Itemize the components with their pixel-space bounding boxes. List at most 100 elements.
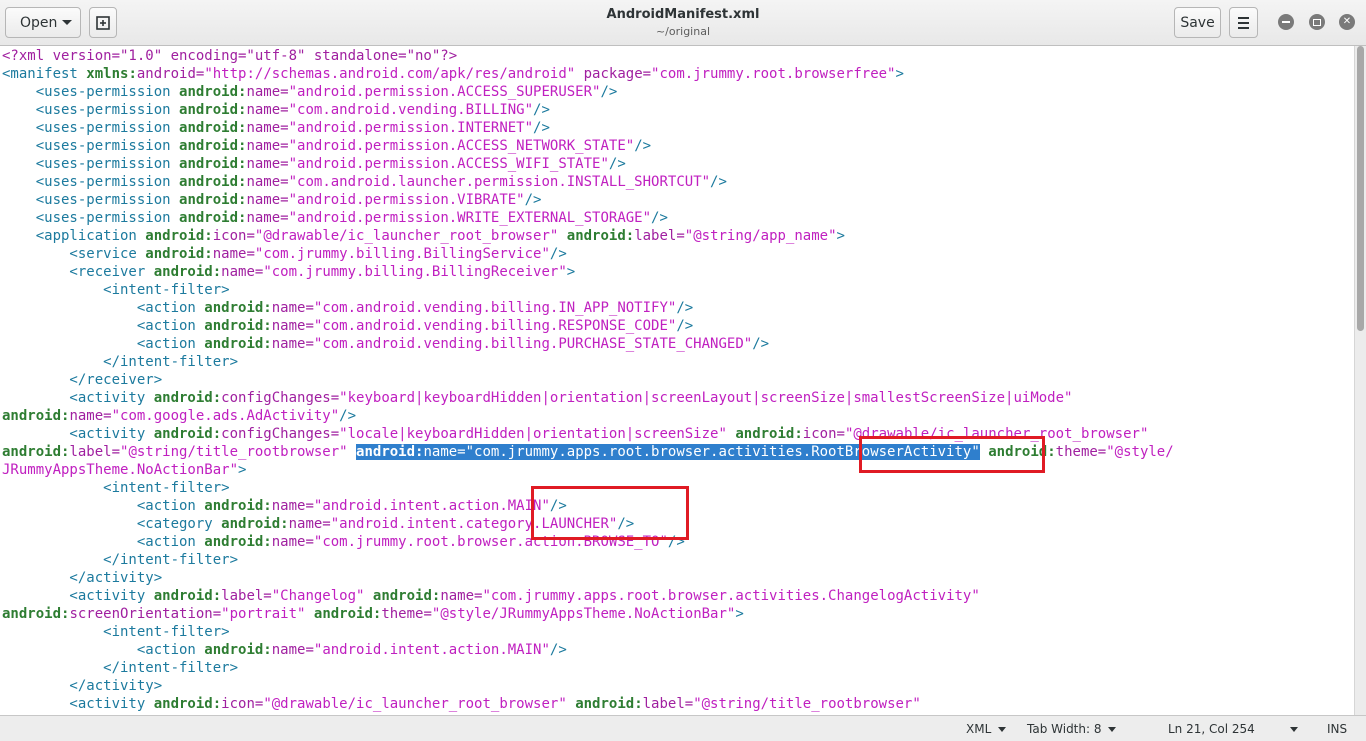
code-token: /> <box>524 192 542 208</box>
hamburger-icon-bar <box>1238 21 1249 24</box>
code-token: </intent-filter> <box>2 552 239 568</box>
code-token: android: <box>179 174 247 190</box>
code-token: "com.android.vending.billing.IN_APP_NOTI… <box>313 300 677 316</box>
code-token: "http://schemas.android.com/apk/res/andr… <box>204 66 576 82</box>
chevron-down-icon <box>62 20 72 25</box>
code-line: android:name="com.google.ads.AdActivity"… <box>2 407 356 425</box>
code-token: label= <box>69 444 121 460</box>
code-token: android: <box>153 588 222 604</box>
code-line: <intent-filter> <box>2 479 230 497</box>
code-token: xmlns: <box>86 66 137 82</box>
code-token: "com.android.launcher.permission.INSTALL… <box>288 174 711 190</box>
code-token: name= <box>246 102 289 118</box>
minimize-button[interactable] <box>1278 14 1294 30</box>
code-token: "@drawable/ic_launcher_root_browser" <box>263 696 567 712</box>
code-line: <uses-permission android:name="com.andro… <box>2 173 727 191</box>
code-token: name= <box>288 516 331 532</box>
code-token: "@string/title_rootbrowser" <box>693 696 921 712</box>
code-token: name= <box>271 336 314 352</box>
code-line: <activity android:label="Changelog" andr… <box>2 587 979 605</box>
code-token: android: <box>204 534 272 550</box>
code-line: <?xml version="1.0" encoding="utf-8" sta… <box>2 47 457 65</box>
code-token: name= <box>246 174 289 190</box>
code-token: android: <box>145 228 213 244</box>
code-token: "android.permission.ACCESS_SUPERUSER" <box>288 84 601 100</box>
code-token: <activity <box>2 426 154 442</box>
code-token: android: <box>575 696 643 712</box>
code-token: <application <box>2 228 146 244</box>
code-token: label= <box>642 696 694 712</box>
code-token: <uses-permission <box>2 84 180 100</box>
code-token: name= <box>246 120 289 136</box>
code-token: android= <box>136 66 205 82</box>
code-token: "com.android.vending.BILLING" <box>288 102 534 118</box>
code-token: "com.google.ads.AdActivity" <box>111 408 340 424</box>
code-line: <uses-permission android:name="android.p… <box>2 83 618 101</box>
code-token: > <box>735 606 744 622</box>
code-token: name= <box>246 210 289 226</box>
save-button[interactable]: Save <box>1174 7 1221 38</box>
code-token: theme= <box>1055 444 1107 460</box>
tab-width-selector[interactable]: Tab Width: 8 <box>1027 722 1117 736</box>
code-token: <intent-filter> <box>2 624 230 640</box>
code-token: theme= <box>381 606 432 622</box>
code-line: <uses-permission android:name="android.p… <box>2 191 542 209</box>
code-token: <intent-filter> <box>2 480 230 496</box>
code-token: <uses-permission <box>2 210 180 226</box>
code-line: <intent-filter> <box>2 281 229 299</box>
text-editor[interactable]: <?xml version="1.0" encoding="utf-8" sta… <box>0 46 1354 715</box>
cursor-position[interactable]: Ln 21, Col 254 <box>1168 722 1298 736</box>
code-line: <service android:name="com.jrummy.billin… <box>2 245 566 263</box>
code-token: "locale|keyboardHidden|orientation|scree… <box>339 426 727 442</box>
new-document-button[interactable] <box>89 7 117 38</box>
code-token: name= <box>246 138 289 154</box>
code-token: /> <box>549 642 567 658</box>
code-token: "keyboard|keyboardHidden|orientation|scr… <box>339 390 1073 406</box>
code-token: <manifest <box>2 66 87 82</box>
code-line: </intent-filter> <box>2 353 238 371</box>
scrollbar-thumb[interactable] <box>1357 46 1364 331</box>
code-token: "android.intent.action.MAIN" <box>313 642 550 658</box>
code-line: android:screenOrientation="portrait" and… <box>2 605 744 623</box>
cursor-position-label: Ln 21, Col 254 <box>1168 722 1255 736</box>
code-token: /> <box>634 138 652 154</box>
code-token: android: <box>204 300 272 316</box>
maximize-button[interactable] <box>1309 14 1325 30</box>
code-line: </intent-filter> <box>2 551 238 569</box>
code-token: "com.jrummy.billing.BillingReceiver" <box>263 264 567 280</box>
code-token: /> <box>676 300 694 316</box>
code-token: /> <box>600 84 618 100</box>
code-line: <uses-permission android:name="com.andro… <box>2 101 550 119</box>
code-token: package= <box>575 66 652 82</box>
code-token: <action <box>2 318 205 334</box>
code-line: <action android:name="com.android.vendin… <box>2 317 693 335</box>
insert-mode-label: INS <box>1327 722 1348 736</box>
code-token: <action <box>2 534 205 550</box>
code-token: <uses-permission <box>2 102 180 118</box>
code-token: android: <box>356 444 424 460</box>
code-line: </intent-filter> <box>2 659 238 677</box>
code-token: "android.permission.ACCESS_WIFI_STATE" <box>288 156 609 172</box>
code-token: name= <box>212 246 255 262</box>
code-token: android: <box>153 264 222 280</box>
highlight-box-main-launcher <box>531 486 689 540</box>
code-line: <action android:name="com.android.vendin… <box>2 299 693 317</box>
code-line: <uses-permission android:name="android.p… <box>2 137 651 155</box>
vertical-scrollbar[interactable] <box>1354 46 1366 715</box>
new-document-icon <box>96 15 110 30</box>
menu-button[interactable] <box>1229 7 1258 38</box>
code-token: "android.permission.WRITE_EXTERNAL_STORA… <box>288 210 652 226</box>
close-button[interactable]: ✕ <box>1339 14 1355 30</box>
code-line: <activity android:icon="@drawable/ic_lau… <box>2 695 921 713</box>
code-token: "@drawable/ic_launcher_root_browser" <box>254 228 559 244</box>
code-token: icon= <box>802 426 845 442</box>
code-token: "portrait" <box>221 606 306 622</box>
code-token: "android.permission.VIBRATE" <box>288 192 525 208</box>
code-token: name= <box>69 408 112 424</box>
open-button[interactable]: Open <box>5 7 81 38</box>
code-token: android: <box>221 516 289 532</box>
code-token: "com.android.vending.billing.PURCHASE_ST… <box>313 336 753 352</box>
language-selector[interactable]: XML <box>966 722 1007 736</box>
code-token: /> <box>676 318 694 334</box>
